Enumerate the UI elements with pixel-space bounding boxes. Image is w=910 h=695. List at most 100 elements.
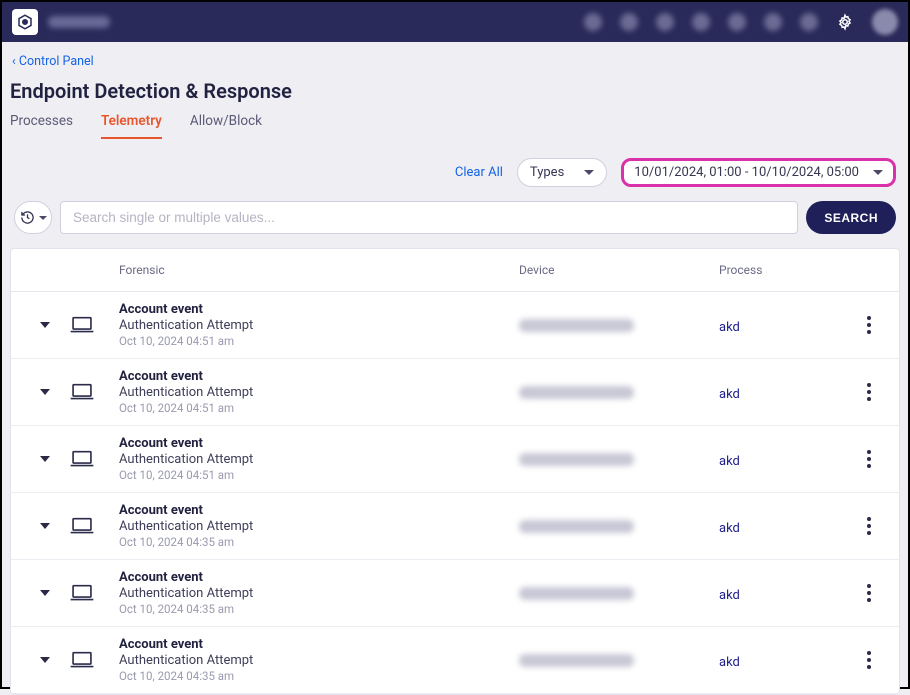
search-history-button[interactable] bbox=[14, 201, 52, 234]
process-link[interactable]: akd bbox=[719, 588, 740, 603]
row-actions-menu[interactable] bbox=[849, 383, 889, 401]
filter-row: Clear All Types 10/01/2024, 01:00 - 10/1… bbox=[10, 158, 900, 187]
row-actions-menu[interactable] bbox=[849, 450, 889, 468]
topbar-icon-3-redacted bbox=[656, 13, 674, 31]
types-label: Types bbox=[530, 165, 564, 180]
tab-allow-block[interactable]: Allow/Block bbox=[190, 113, 262, 139]
types-dropdown[interactable]: Types bbox=[517, 158, 607, 187]
event-subtitle: Authentication Attempt bbox=[119, 653, 519, 668]
device-laptop-icon bbox=[69, 382, 119, 402]
device-laptop-icon bbox=[69, 516, 119, 536]
tabs: Processes Telemetry Allow/Block bbox=[10, 113, 900, 140]
forensic-cell: Account event Authentication Attempt Oct… bbox=[119, 503, 519, 549]
breadcrumb-caret: ‹ bbox=[12, 54, 19, 69]
table-header: Forensic Device Process bbox=[11, 249, 899, 292]
row-actions-menu[interactable] bbox=[849, 651, 889, 669]
page-title: Endpoint Detection & Response bbox=[10, 79, 900, 103]
chevron-down-icon bbox=[40, 389, 50, 395]
table-row: Account event Authentication Attempt Oct… bbox=[11, 560, 899, 627]
expand-toggle[interactable] bbox=[21, 590, 69, 596]
event-timestamp: Oct 10, 2024 04:35 am bbox=[119, 602, 519, 616]
history-icon bbox=[20, 210, 35, 225]
app-logo[interactable] bbox=[12, 9, 38, 35]
device-laptop-icon bbox=[69, 583, 119, 603]
expand-toggle[interactable] bbox=[21, 523, 69, 529]
settings-gear-icon[interactable] bbox=[836, 13, 854, 31]
device-name-redacted bbox=[519, 520, 634, 533]
event-title: Account event bbox=[119, 369, 519, 384]
row-actions-menu[interactable] bbox=[849, 584, 889, 602]
topbar bbox=[2, 2, 908, 42]
forensic-cell: Account event Authentication Attempt Oct… bbox=[119, 369, 519, 415]
user-avatar[interactable] bbox=[872, 9, 898, 35]
chevron-down-icon bbox=[40, 456, 50, 462]
table-row: Account event Authentication Attempt Oct… bbox=[11, 493, 899, 560]
event-timestamp: Oct 10, 2024 04:51 am bbox=[119, 401, 519, 415]
event-subtitle: Authentication Attempt bbox=[119, 385, 519, 400]
event-title: Account event bbox=[119, 637, 519, 652]
expand-toggle[interactable] bbox=[21, 322, 69, 328]
process-link[interactable]: akd bbox=[719, 387, 740, 402]
process-link[interactable]: akd bbox=[719, 454, 740, 469]
clear-all-link[interactable]: Clear All bbox=[455, 165, 503, 180]
caret-down-icon bbox=[873, 170, 883, 175]
topbar-icon-7-redacted bbox=[800, 13, 818, 31]
event-timestamp: Oct 10, 2024 04:35 am bbox=[119, 535, 519, 549]
breadcrumb[interactable]: ‹ Control Panel bbox=[10, 54, 900, 69]
process-link[interactable]: akd bbox=[719, 320, 740, 335]
event-subtitle: Authentication Attempt bbox=[119, 586, 519, 601]
topbar-icon-4-redacted bbox=[692, 13, 710, 31]
expand-toggle[interactable] bbox=[21, 456, 69, 462]
search-input[interactable] bbox=[60, 201, 798, 234]
device-laptop-icon bbox=[69, 449, 119, 469]
search-row: SEARCH bbox=[10, 201, 900, 234]
date-range-label: 10/01/2024, 01:00 - 10/10/2024, 05:00 bbox=[634, 165, 859, 180]
expand-toggle[interactable] bbox=[21, 389, 69, 395]
device-cell bbox=[519, 319, 719, 332]
caret-down-icon bbox=[584, 170, 594, 175]
date-range-dropdown[interactable]: 10/01/2024, 01:00 - 10/10/2024, 05:00 bbox=[621, 158, 896, 187]
col-forensic: Forensic bbox=[119, 263, 519, 277]
process-link[interactable]: akd bbox=[719, 521, 740, 536]
tab-telemetry[interactable]: Telemetry bbox=[101, 113, 162, 139]
event-title: Account event bbox=[119, 503, 519, 518]
event-timestamp: Oct 10, 2024 04:51 am bbox=[119, 468, 519, 482]
topbar-icon-6-redacted bbox=[764, 13, 782, 31]
event-timestamp: Oct 10, 2024 04:35 am bbox=[119, 669, 519, 683]
brand-name-redacted bbox=[48, 16, 110, 28]
event-title: Account event bbox=[119, 436, 519, 451]
tab-processes[interactable]: Processes bbox=[10, 113, 73, 139]
chevron-down-icon bbox=[40, 523, 50, 529]
topbar-icon-1-redacted bbox=[584, 13, 602, 31]
col-device: Device bbox=[519, 263, 719, 277]
device-name-redacted bbox=[519, 386, 634, 399]
device-name-redacted bbox=[519, 654, 634, 667]
chevron-down-icon bbox=[40, 322, 50, 328]
device-laptop-icon bbox=[69, 650, 119, 670]
table-row: Account event Authentication Attempt Oct… bbox=[11, 292, 899, 359]
device-cell bbox=[519, 587, 719, 600]
forensic-cell: Account event Authentication Attempt Oct… bbox=[119, 436, 519, 482]
device-cell bbox=[519, 453, 719, 466]
event-subtitle: Authentication Attempt bbox=[119, 519, 519, 534]
caret-down-icon bbox=[39, 216, 47, 220]
search-button[interactable]: SEARCH bbox=[806, 201, 896, 234]
breadcrumb-label: Control Panel bbox=[19, 54, 94, 69]
topbar-icon-5-redacted bbox=[728, 13, 746, 31]
process-link[interactable]: akd bbox=[719, 655, 740, 670]
device-laptop-icon bbox=[69, 315, 119, 335]
device-name-redacted bbox=[519, 453, 634, 466]
device-cell bbox=[519, 654, 719, 667]
forensic-cell: Account event Authentication Attempt Oct… bbox=[119, 570, 519, 616]
device-cell bbox=[519, 520, 719, 533]
row-actions-menu[interactable] bbox=[849, 517, 889, 535]
forensic-cell: Account event Authentication Attempt Oct… bbox=[119, 302, 519, 348]
device-name-redacted bbox=[519, 587, 634, 600]
event-timestamp: Oct 10, 2024 04:51 am bbox=[119, 334, 519, 348]
table-row: Account event Authentication Attempt Oct… bbox=[11, 426, 899, 493]
topbar-icon-2-redacted bbox=[620, 13, 638, 31]
forensic-cell: Account event Authentication Attempt Oct… bbox=[119, 637, 519, 683]
chevron-down-icon bbox=[40, 657, 50, 663]
row-actions-menu[interactable] bbox=[849, 316, 889, 334]
expand-toggle[interactable] bbox=[21, 657, 69, 663]
